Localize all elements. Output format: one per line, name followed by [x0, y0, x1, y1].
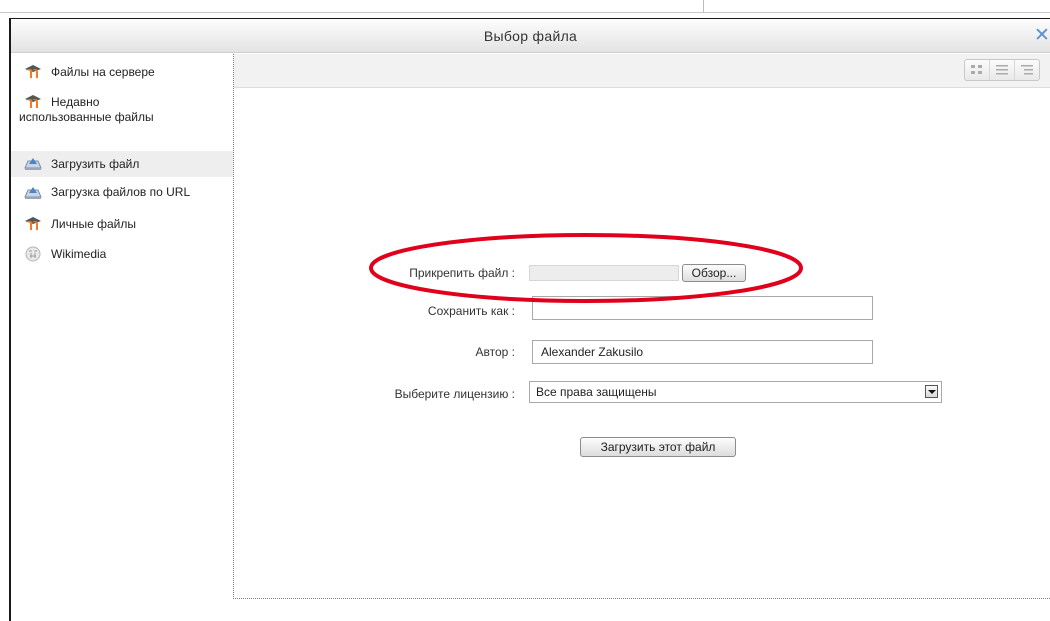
background-divider: [0, 12, 1050, 13]
view-toolbar: [234, 54, 1050, 88]
sidebar-item-label: Загрузка файлов по URL: [51, 185, 191, 199]
sidebar-item-private-files[interactable]: Личные файлы: [11, 216, 233, 236]
wikimedia-icon: [25, 246, 41, 262]
content-frame: [233, 54, 1050, 599]
dialog-titlebar: Выбор файла ✕: [11, 19, 1050, 53]
moodle-icon: [25, 217, 41, 230]
save-as-input[interactable]: [532, 296, 873, 320]
tree-view-icon: [1021, 65, 1033, 75]
sidebar-item-server-files[interactable]: Файлы на сервере: [11, 64, 233, 84]
background-divider-tick: [703, 0, 704, 12]
sidebar-item-url-download[interactable]: Загрузка файлов по URL: [11, 184, 233, 204]
file-picker-dialog: Выбор файла ✕ Файлы на сервере Недавно и…: [11, 18, 1050, 621]
sidebar-item-label: Личные файлы: [51, 217, 136, 231]
icon-view-button[interactable]: [965, 60, 989, 80]
dialog-title: Выбор файла: [483, 28, 578, 44]
close-icon[interactable]: ✕: [1034, 26, 1050, 45]
chevron-down-icon: [925, 385, 938, 398]
upload-icon: [24, 158, 42, 170]
sidebar-item-label: Файлы на сервере: [51, 65, 155, 79]
sidebar-item-label-line1: Недавно: [51, 95, 100, 109]
save-as-label: Сохранить как :: [427, 304, 515, 318]
sidebar-item-wikimedia[interactable]: Wikimedia: [11, 246, 233, 266]
icon-view-icon: [971, 65, 982, 74]
list-view-icon: [996, 65, 1008, 75]
sidebar-item-label: Загрузить файл: [51, 157, 140, 171]
sidebar-item-label: Wikimedia: [51, 247, 107, 261]
license-label: Выберите лицензию :: [394, 387, 515, 401]
upload-file-button[interactable]: Загрузить этот файл: [580, 437, 736, 457]
moodle-icon: [25, 95, 41, 108]
file-path-field[interactable]: [529, 265, 679, 281]
view-mode-buttons: [964, 59, 1040, 81]
repository-sidebar: Файлы на сервере Недавно использованные …: [11, 54, 233, 621]
browse-button[interactable]: Обзор...: [682, 264, 746, 282]
attach-file-label: Прикрепить файл :: [409, 266, 515, 280]
sidebar-item-label-line2: использованные файлы: [19, 110, 154, 124]
list-view-button[interactable]: [989, 60, 1014, 80]
author-input[interactable]: Alexander Zakusilo: [532, 340, 873, 364]
sidebar-item-upload-file[interactable]: Загрузить файл: [11, 151, 233, 177]
sidebar-item-recent-files[interactable]: Недавно использованные файлы: [11, 94, 233, 128]
tree-view-button[interactable]: [1014, 60, 1039, 80]
license-select[interactable]: Все права защищены: [529, 381, 942, 403]
license-selected-value: Все права защищены: [536, 385, 657, 399]
author-label: Автор :: [475, 345, 516, 359]
background-page-strip: [0, 0, 1050, 18]
moodle-icon: [25, 65, 41, 78]
upload-icon: [24, 187, 42, 199]
content-panel: Прикрепить файл : Обзор... Сохранить как…: [233, 54, 1050, 621]
